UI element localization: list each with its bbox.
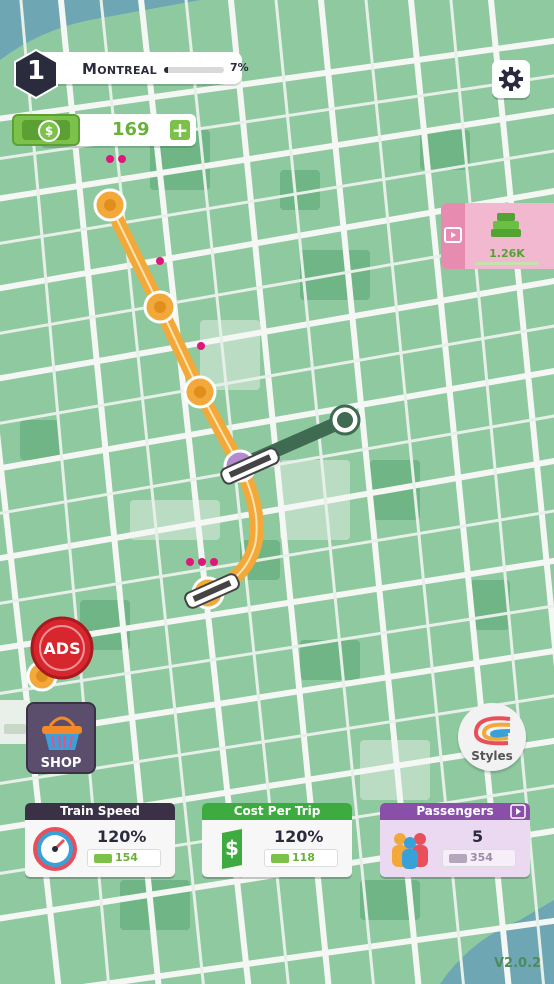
upgrade-card-train-speed[interactable]: Train Speed 120% 154 [25,803,175,877]
no-ads-button[interactable]: ADS [30,616,94,680]
upgrade-cost-value: 354 [470,851,493,864]
dollar-bill-icon: $ [222,829,242,869]
upgrade-title: Cost Per Trip [202,803,352,820]
cash-stack-icon [491,213,521,237]
shopping-basket-icon [42,716,82,750]
offer-reward: 1.26K [489,247,525,260]
upgrade-card-cost-per-trip[interactable]: Cost Per Trip $ 120% 118 [202,803,352,877]
level-pill: Montreal 7% [34,52,249,84]
shop-button[interactable]: SHOP [26,702,96,774]
settings-button[interactable] [492,60,530,98]
wallet-amount: 169 [112,119,150,140]
upgrade-card-passengers[interactable]: Passengers 5 354 [380,803,530,877]
swirl-icon [473,716,511,746]
passengers-icon [392,833,428,869]
styles-label: Styles [471,749,513,763]
level-progress-bar [164,67,224,73]
styles-button[interactable]: Styles [458,703,526,771]
speedometer-icon [33,827,77,871]
film-strip [441,203,465,269]
level-progress-label: 7% [230,61,249,74]
video-icon [510,804,526,819]
shop-label: SHOP [40,756,82,771]
upgrade-cost[interactable]: 354 [442,849,516,867]
upgrade-cost[interactable]: 154 [87,849,161,867]
upgrade-cost-value: 118 [292,851,315,864]
video-reward-offer[interactable]: 1.26K [441,203,554,269]
upgrade-title: Passengers [380,803,530,820]
add-money-button[interactable]: + [170,120,190,140]
video-icon [444,227,462,243]
upgrade-cost-value: 154 [115,851,138,864]
upgrade-value: 5 [472,827,484,846]
level-header: Montreal 7% 1 [14,48,249,100]
upgrade-title: Train Speed [25,803,175,820]
mini-cash-icon [4,724,26,734]
cash-icon: $ [12,114,80,146]
svg-text:$: $ [225,836,239,860]
ads-label: ADS [43,639,80,658]
upgrade-value: 120% [274,827,324,846]
level-progress-fill [164,67,169,73]
gear-icon [499,67,523,91]
upgrade-cost[interactable]: 118 [264,849,338,867]
offer-timer-bar [475,262,539,265]
version-label: V2.0.2 [494,956,542,971]
city-name: Montreal [82,60,157,78]
wallet: 169 + $ [12,114,196,146]
level-number: 1 [26,56,46,86]
upgrade-value: 120% [97,827,147,846]
